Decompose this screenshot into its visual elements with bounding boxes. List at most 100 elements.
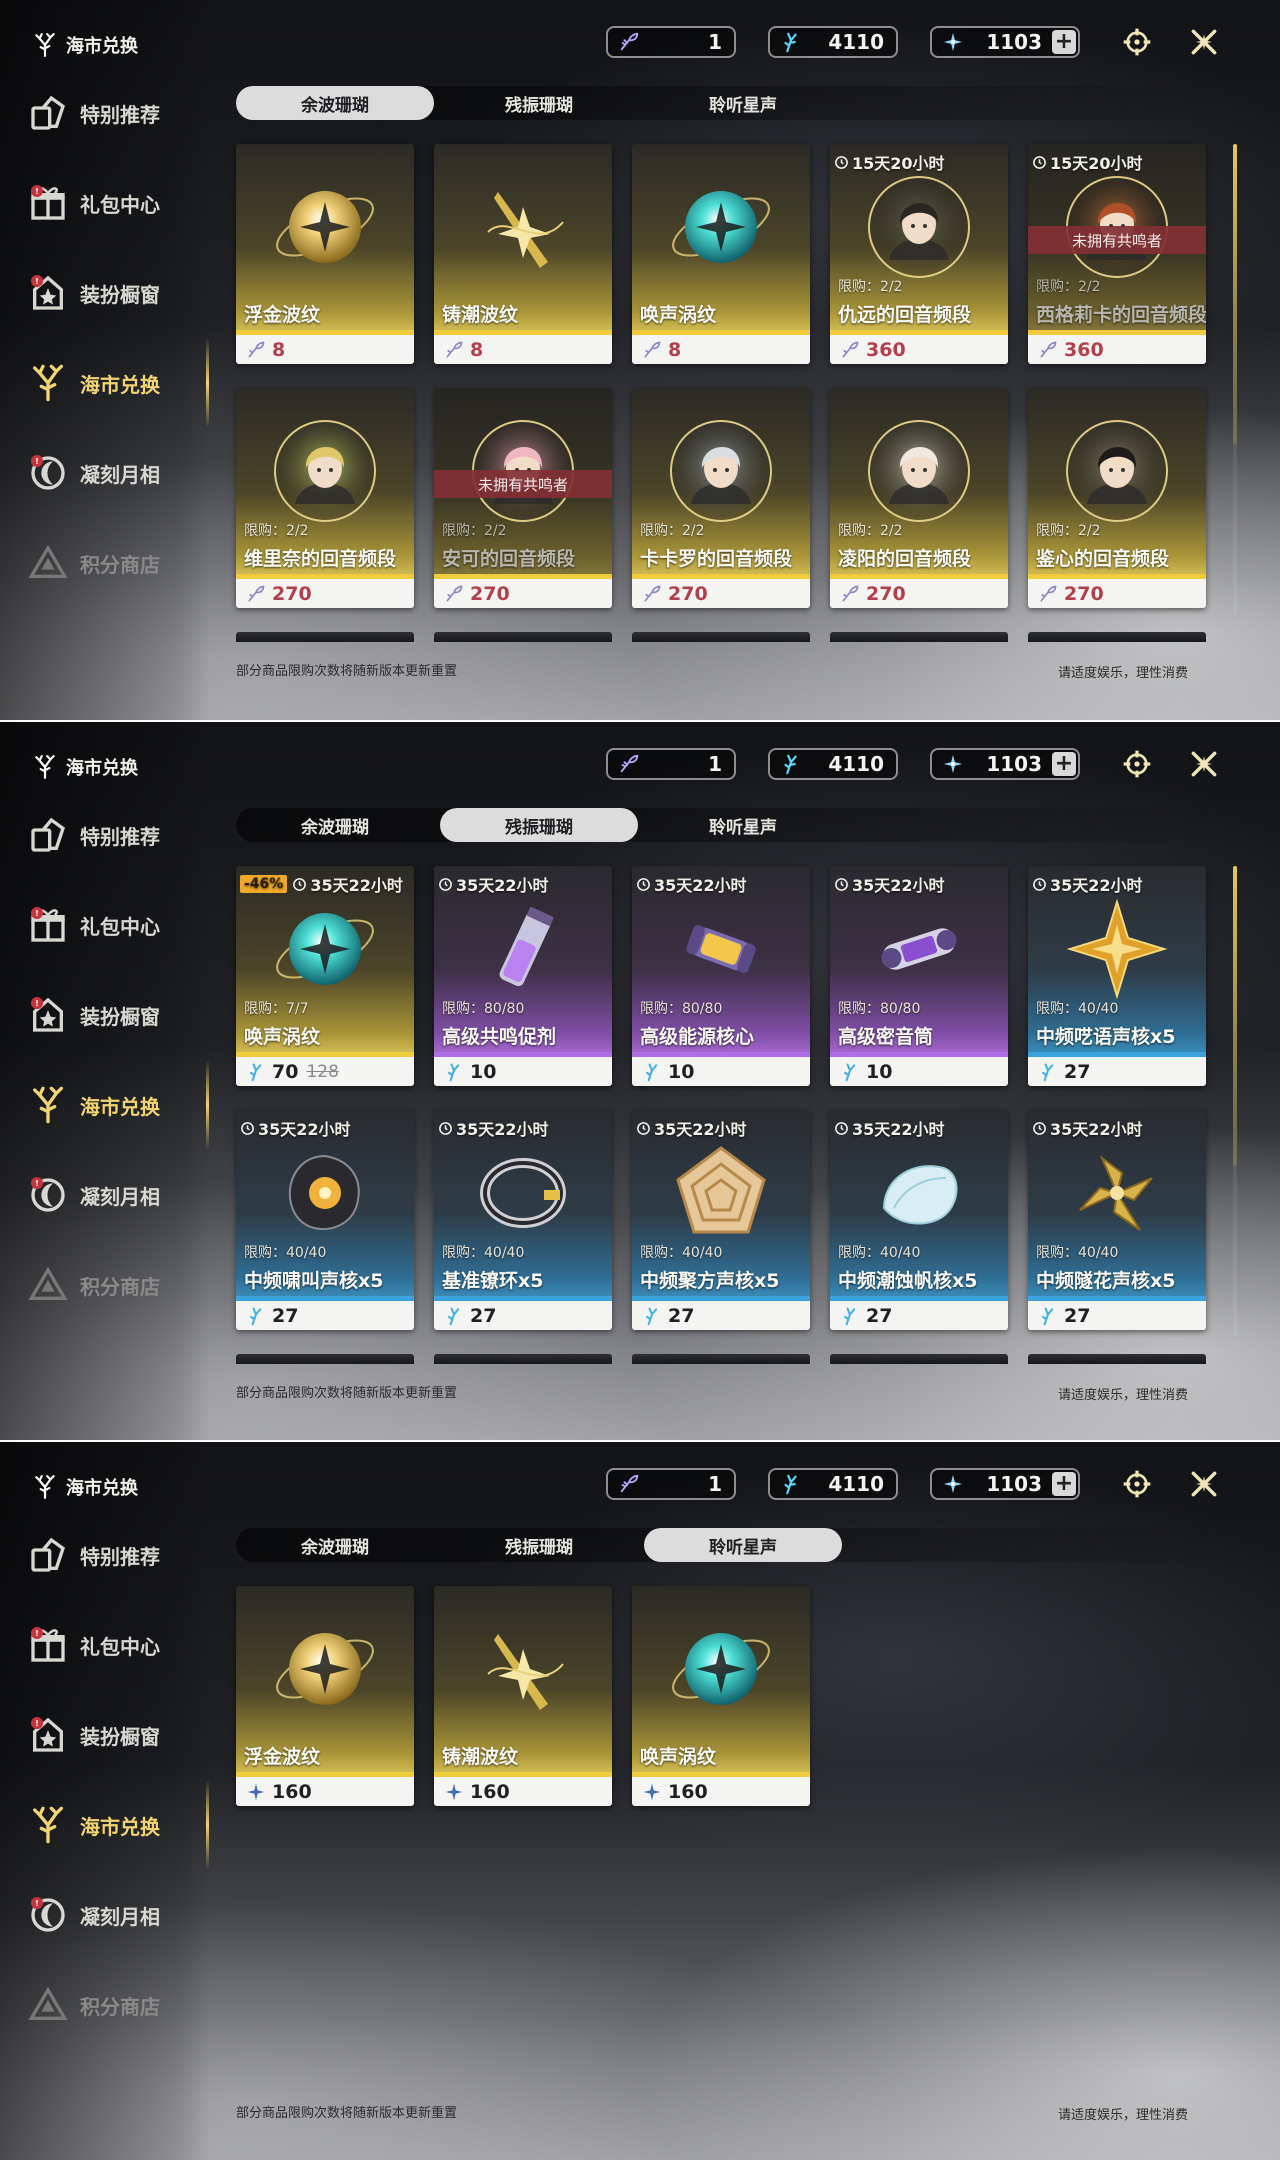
- shop-item-card[interactable]: 限购：2/2 鉴心的回音频段 270: [1028, 388, 1206, 608]
- sidebar-item[interactable]: ! 凝刻月相: [28, 1170, 203, 1220]
- add-currency-button[interactable]: +: [1052, 30, 1076, 54]
- sidebar-item[interactable]: ! 礼包中心: [28, 900, 203, 950]
- target-icon: [1121, 748, 1153, 780]
- price-currency-icon: [1038, 340, 1058, 360]
- shop-item-card[interactable]: -46% 35天22小时 限购：7/7 唤声涡纹 70 128: [236, 866, 414, 1086]
- item-title: 唤声涡纹: [244, 1026, 321, 1048]
- shop-item-card[interactable]: 浮金波纹 8: [236, 144, 414, 364]
- shop-item-card[interactable]: 15天20小时 限购：2/2 仇远的回音频段 360: [830, 144, 1008, 364]
- sidebar-item-label: 特别推荐: [80, 824, 160, 849]
- shop-item-card[interactable]: 铸潮波纹 8: [434, 144, 612, 364]
- currency-counter: 1103 +: [930, 1468, 1080, 1500]
- tab[interactable]: 余波珊瑚: [236, 1528, 434, 1562]
- currency-counter: 4110: [768, 1468, 898, 1500]
- target-button[interactable]: [1117, 22, 1157, 62]
- shop-item-card[interactable]: 35天22小时 限购：40/40 中频潮蚀帆核x5 27: [830, 1110, 1008, 1330]
- shop-item-card[interactable]: 35天22小时 限购：40/40 中频隧花声核x5 27: [1028, 1110, 1206, 1330]
- tab[interactable]: 残振珊瑚: [440, 86, 638, 120]
- shop-item-card[interactable]: 35天22小时 限购：40/40 中频啸叫声核x5 27: [236, 1110, 414, 1330]
- target-icon: [1121, 1468, 1153, 1500]
- item-title: 鉴心的回音频段: [1036, 548, 1170, 570]
- item-image: [864, 172, 974, 282]
- sidebar-item[interactable]: ! 礼包中心: [28, 178, 203, 228]
- sidebar-item-label: 礼包中心: [80, 1634, 160, 1659]
- item-image: [1062, 1138, 1172, 1248]
- price-bar: 8: [632, 335, 810, 364]
- shop-item-card[interactable]: 限购：2/2 维里奈的回音频段 270: [236, 388, 414, 608]
- sidebar-item[interactable]: 海市兑换: [28, 358, 203, 408]
- tab[interactable]: 残振珊瑚: [440, 808, 638, 842]
- shop-item-card[interactable]: 未拥有共鸣者 限购：2/2 安可的回音频段 270: [434, 388, 612, 608]
- sidebar-item[interactable]: ! 礼包中心: [28, 1620, 203, 1670]
- close-button[interactable]: [1184, 22, 1224, 62]
- tab[interactable]: 残振珊瑚: [440, 1528, 638, 1562]
- close-button[interactable]: [1184, 1464, 1224, 1504]
- shop-item-card[interactable]: 铸潮波纹 160: [434, 1586, 612, 1806]
- add-currency-button[interactable]: +: [1052, 1472, 1076, 1496]
- timer-row: -46% 35天22小时: [240, 872, 403, 896]
- currency-counter: 4110: [768, 26, 898, 58]
- add-currency-button[interactable]: +: [1052, 752, 1076, 776]
- sidebar-item[interactable]: ! 凝刻月相: [28, 448, 203, 498]
- item-image: [1062, 894, 1172, 1004]
- sidebar-item[interactable]: 海市兑换: [28, 1800, 203, 1850]
- shop-item-card[interactable]: 限购：2/2 卡卡罗的回音频段 270: [632, 388, 810, 608]
- tab[interactable]: 聆听星声: [644, 808, 842, 842]
- tab[interactable]: 余波珊瑚: [236, 86, 434, 120]
- timer-text: 35天22小时: [456, 1120, 549, 1139]
- sidebar-item[interactable]: 积分商店: [28, 1980, 203, 2030]
- item-image: [864, 894, 974, 1004]
- sidebar-item[interactable]: 特别推荐: [28, 88, 203, 138]
- price-currency-icon: [1038, 584, 1058, 604]
- close-button[interactable]: [1184, 744, 1224, 784]
- shop-item-card[interactable]: 35天22小时 限购：40/40 中频聚方声核x5 27: [632, 1110, 810, 1330]
- sidebar-item[interactable]: ! 装扮橱窗: [28, 268, 203, 318]
- price-bar: 270: [1028, 579, 1206, 608]
- target-button[interactable]: [1117, 744, 1157, 784]
- sidebar-item[interactable]: 海市兑换: [28, 1080, 203, 1130]
- price-currency-icon: [444, 1062, 464, 1082]
- sidebar-item[interactable]: 积分商店: [28, 538, 203, 588]
- currency-counter: 1: [606, 26, 736, 58]
- shop-item-card[interactable]: 浮金波纹 160: [236, 1586, 414, 1806]
- item-image: [1062, 416, 1172, 526]
- tab[interactable]: 聆听星声: [644, 86, 842, 120]
- item-price: 160: [272, 1780, 312, 1803]
- sidebar-item[interactable]: 特别推荐: [28, 810, 203, 860]
- item-price: 270: [1064, 582, 1104, 605]
- shop-item-card[interactable]: 15天20小时 未拥有共鸣者 限购：2/2 西格莉卡的回音频段 360: [1028, 144, 1206, 364]
- star-coral-icon: [942, 1473, 964, 1495]
- item-title: 中频聚方声核x5: [640, 1270, 780, 1292]
- clock-icon: [240, 1121, 255, 1136]
- shop-item-card[interactable]: 唤声涡纹 8: [632, 144, 810, 364]
- shop-item-card[interactable]: 35天22小时 限购：80/80 高级密音筒 10: [830, 866, 1008, 1086]
- item-price: 270: [272, 582, 312, 605]
- tab[interactable]: 余波珊瑚: [236, 808, 434, 842]
- shop-item-card[interactable]: 35天22小时 限购：80/80 高级能源核心 10: [632, 866, 810, 1086]
- outfit-icon: !: [28, 273, 68, 313]
- target-button[interactable]: [1117, 1464, 1157, 1504]
- timer-text: 35天22小时: [654, 876, 747, 895]
- blue-coral-icon: [780, 1473, 802, 1495]
- scrollbar[interactable]: [1233, 144, 1237, 614]
- sidebar-item[interactable]: 特别推荐: [28, 1530, 203, 1580]
- tab-bar: 余波珊瑚 残振珊瑚 聆听星声: [236, 86, 1236, 120]
- next-row-card-edge: [1028, 632, 1206, 642]
- scrollbar-thumb[interactable]: [1233, 866, 1237, 1166]
- scrollbar-thumb[interactable]: [1233, 144, 1237, 444]
- shop-item-card[interactable]: 35天22小时 限购：40/40 中频呓语声核x5 27: [1028, 866, 1206, 1086]
- clock-icon: [438, 1121, 453, 1136]
- scrollbar[interactable]: [1233, 866, 1237, 1336]
- sidebar-item[interactable]: ! 装扮橱窗: [28, 990, 203, 1040]
- shop-item-card[interactable]: 35天22小时 限购：80/80 高级共鸣促剂 10: [434, 866, 612, 1086]
- sidebar-item[interactable]: ! 装扮橱窗: [28, 1710, 203, 1760]
- timer-text: 35天22小时: [456, 876, 549, 895]
- item-title: 高级密音筒: [838, 1026, 934, 1048]
- timer-text: 35天22小时: [1050, 876, 1143, 895]
- shop-item-card[interactable]: 唤声涡纹 160: [632, 1586, 810, 1806]
- shop-item-card[interactable]: 限购：2/2 凌阳的回音频段 270: [830, 388, 1008, 608]
- tab[interactable]: 聆听星声: [644, 1528, 842, 1562]
- shop-item-card[interactable]: 35天22小时 限购：40/40 基准镣环x5 27: [434, 1110, 612, 1330]
- sidebar-item[interactable]: 积分商店: [28, 1260, 203, 1310]
- sidebar-item[interactable]: ! 凝刻月相: [28, 1890, 203, 1940]
